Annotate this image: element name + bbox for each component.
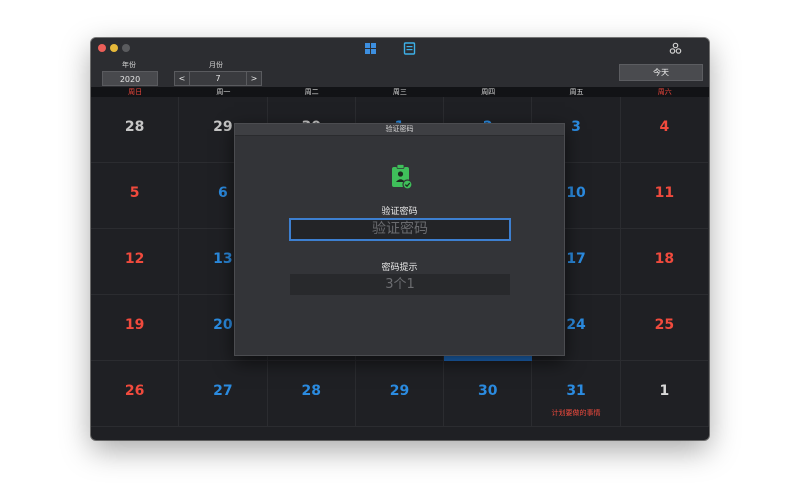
calendar-day-cell[interactable]: 18 bbox=[620, 229, 709, 295]
weekday-header: 周日 周一 周二 周三 周四 周五 周六 bbox=[91, 87, 709, 97]
verify-password-dialog: 验证密码 验证密码 验证密码 密码提示 3个1 bbox=[234, 123, 565, 356]
settings-gears-icon[interactable] bbox=[669, 42, 682, 55]
calendar-day-cell[interactable]: 25 bbox=[620, 295, 709, 361]
date-controls: 年份 2020 月份 < 7 > 今天 bbox=[91, 59, 709, 87]
calendar-day-cell[interactable]: 26 bbox=[91, 361, 180, 427]
calendar-day-cell[interactable]: 27 bbox=[179, 361, 268, 427]
day-number: 29 bbox=[389, 383, 410, 399]
month-stepper: < 7 > bbox=[174, 71, 262, 86]
hint-label: 密码提示 bbox=[381, 263, 418, 273]
next-month-button[interactable]: > bbox=[246, 71, 262, 86]
day-number: 27 bbox=[213, 383, 233, 399]
minimize-window-button[interactable] bbox=[110, 44, 118, 52]
day-number: 5 bbox=[129, 185, 140, 201]
day-number: 25 bbox=[654, 317, 675, 333]
day-number: 4 bbox=[659, 119, 670, 135]
calendar-day-cell[interactable]: 28 bbox=[267, 361, 356, 427]
prev-month-button[interactable]: < bbox=[174, 71, 190, 86]
grid-view-icon[interactable] bbox=[364, 42, 377, 55]
calendar-day-cell[interactable]: 12 bbox=[91, 229, 180, 295]
day-number: 31 bbox=[566, 383, 586, 399]
calendar-day-cell[interactable]: 30 bbox=[444, 361, 533, 427]
day-number: 18 bbox=[654, 251, 675, 267]
day-number: 30 bbox=[478, 383, 498, 399]
calendar-day-cell[interactable]: 1 bbox=[620, 361, 709, 427]
weekday-mon: 周一 bbox=[216, 88, 231, 96]
calendar-day-cell[interactable]: 4 bbox=[620, 97, 709, 163]
calendar-day-cell[interactable]: 31 计划要做的事情 bbox=[532, 361, 621, 427]
title-bar bbox=[91, 38, 709, 59]
weekday-thu: 周四 bbox=[481, 88, 496, 96]
close-window-button[interactable] bbox=[98, 44, 106, 52]
weekday-sat: 周六 bbox=[657, 88, 672, 96]
password-hint-value: 3个1 bbox=[290, 274, 510, 295]
weekday-tue: 周二 bbox=[304, 88, 319, 96]
day-number: 28 bbox=[124, 119, 145, 135]
day-number: 1 bbox=[659, 383, 670, 399]
badge-check-icon bbox=[392, 164, 413, 190]
weekday-sun: 周日 bbox=[128, 88, 143, 96]
month-field[interactable]: 7 bbox=[190, 71, 246, 86]
day-number: 28 bbox=[301, 383, 321, 399]
weekday-fri: 周五 bbox=[569, 88, 584, 96]
calendar-day-cell[interactable]: 29 bbox=[355, 361, 445, 427]
today-button[interactable]: 今天 bbox=[619, 64, 703, 81]
day-number: 26 bbox=[124, 383, 145, 399]
year-field[interactable]: 2020 bbox=[102, 71, 158, 86]
day-event-label: 计划要做的事情 bbox=[551, 409, 601, 417]
password-input[interactable]: 验证密码 bbox=[289, 218, 511, 241]
year-label: 年份 bbox=[122, 61, 136, 69]
selected-day-indicator bbox=[444, 356, 532, 361]
day-number: 11 bbox=[654, 185, 675, 201]
calendar-day-cell[interactable]: 5 bbox=[91, 163, 180, 229]
password-label: 验证密码 bbox=[381, 207, 418, 217]
calendar-day-cell[interactable]: 28 bbox=[91, 97, 180, 163]
month-label: 月份 bbox=[209, 61, 223, 69]
zoom-window-button[interactable] bbox=[122, 44, 130, 52]
calendar-view-icon[interactable] bbox=[403, 42, 416, 55]
calendar-day-cell[interactable]: 11 bbox=[620, 163, 709, 229]
calendar-day-cell[interactable]: 19 bbox=[91, 295, 180, 361]
day-number: 19 bbox=[124, 317, 145, 333]
dialog-title: 验证密码 bbox=[235, 124, 564, 136]
weekday-wed: 周三 bbox=[392, 88, 407, 96]
day-number: 12 bbox=[124, 251, 145, 267]
